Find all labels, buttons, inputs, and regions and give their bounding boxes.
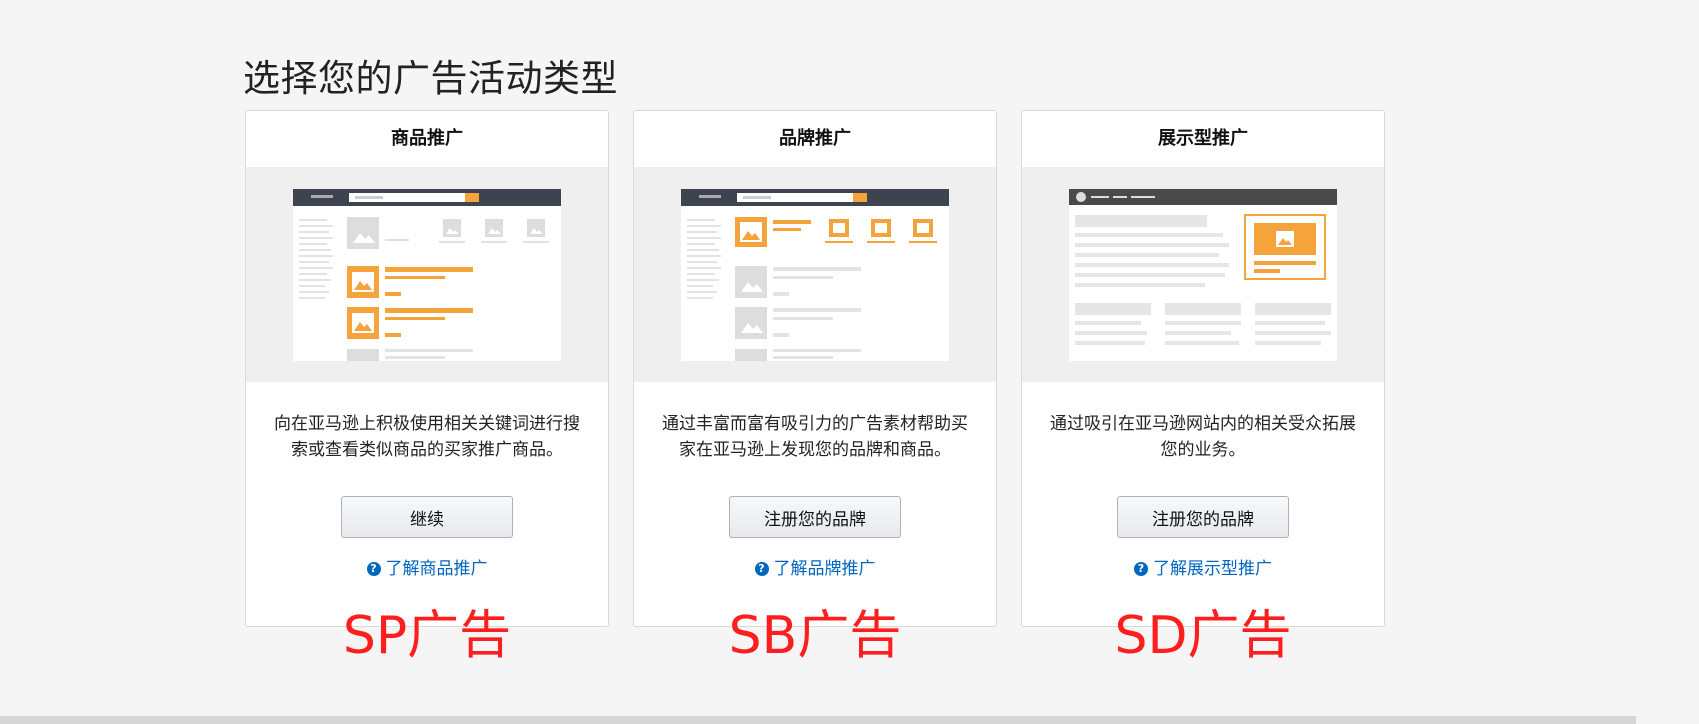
learn-sponsored-display-link[interactable]: ? 了解展示型推广 [1022, 554, 1384, 579]
question-circle-icon: ? [1134, 562, 1148, 576]
page-title: 选择您的广告活动类型 [243, 57, 618, 100]
sponsored-products-illustration [246, 167, 608, 382]
card-description: 通过丰富而富有吸引力的广告素材帮助买家在亚马逊上发现您的品牌和商品。 [662, 414, 968, 460]
card-title: 展示型推广 [1158, 128, 1248, 149]
link-label: 了解品牌推广 [773, 559, 876, 579]
bottom-scrollbar[interactable] [0, 716, 1636, 724]
card-sponsored-brands: 品牌推广 通过丰富而富有吸引力的广告素材帮助买家在亚马逊上发现您的品牌和商品。 … [633, 110, 997, 627]
continue-button[interactable]: 继续 [341, 496, 513, 538]
card-description: 向在亚马逊上积极使用相关关键词进行搜索或查看类似商品的买家推广商品。 [274, 414, 580, 460]
link-label: 了解展示型推广 [1153, 559, 1272, 579]
annotation-sp: SP广告 [342, 606, 512, 666]
card-title: 商品推广 [391, 128, 463, 149]
question-circle-icon: ? [754, 562, 769, 576]
learn-sponsored-brands-link[interactable]: ? 了解品牌推广 [634, 554, 996, 579]
card-description: 通过吸引在亚马逊网站内的相关受众拓展您的业务。 [1050, 414, 1356, 460]
learn-sponsored-products-link[interactable]: ? 了解商品推广 [246, 554, 608, 579]
question-circle-icon: ? [366, 562, 381, 576]
card-title: 品牌推广 [779, 128, 851, 149]
annotation-sd: SD广告 [1114, 606, 1292, 666]
annotation-sb: SB广告 [728, 606, 902, 666]
sponsored-brands-illustration [634, 167, 996, 382]
card-sponsored-products: 商品推广 向在亚马逊上积极使用相关关键词进行搜索或查看类似商品的买家推广商品。 … [245, 110, 609, 627]
register-brand-button[interactable]: 注册您的品牌 [1117, 496, 1289, 538]
link-label: 了解商品推广 [385, 559, 488, 579]
register-brand-button[interactable]: 注册您的品牌 [729, 496, 901, 538]
card-sponsored-display: 展示型推广 通过吸引在亚马逊网站内的相关受众拓展您的业务。 注册您的品牌 ? 了… [1021, 110, 1385, 627]
sponsored-display-illustration [1022, 167, 1384, 382]
